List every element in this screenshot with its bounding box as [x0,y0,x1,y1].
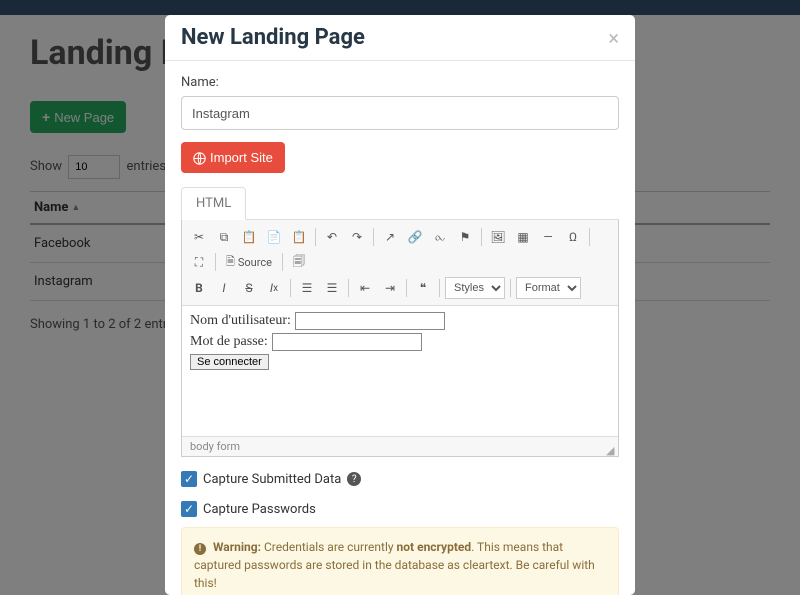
globe-icon [193,150,206,165]
editor-toolbar: ✂ ⧉ 📋 📄 📋 ↶ ↷ ↗ 🔗 ⧜ ⚑ 🖼 [182,220,618,306]
separator [589,228,590,246]
strike-icon[interactable]: S [238,277,260,299]
paste-text-icon[interactable]: 📄 [263,226,285,248]
separator [315,228,316,246]
top-bar [0,0,800,15]
help-icon[interactable]: ? [347,472,361,486]
modal-overlay: New Landing Page × Name: Import Site HTM… [0,15,800,595]
unlink-icon[interactable]: ⧜ [429,226,451,248]
modal-body: Name: Import Site HTML ✂ ⧉ � [165,61,635,595]
special-char-icon[interactable]: Ω [562,226,584,248]
capture-data-checkbox[interactable]: ✓ [181,471,197,487]
blockquote-icon[interactable]: ❝ [412,277,434,299]
paste-icon[interactable]: 📋 [238,226,260,248]
source-doc-icon: 🗎 [226,253,235,272]
separator [481,228,482,246]
tab-html[interactable]: HTML [181,187,246,220]
cut-icon[interactable]: ✂ [188,226,210,248]
separator [373,228,374,246]
modal: New Landing Page × Name: Import Site HTM… [165,15,635,595]
editor-path-bar: body form ◢ [182,436,618,456]
capture-passwords-checkbox[interactable]: ✓ [181,501,197,517]
redo-icon[interactable]: ↷ [346,226,368,248]
warning-prefix: Warning: [213,540,261,554]
templates-icon[interactable]: 🗐 [288,251,310,273]
username-label: Nom d'utilisateur: [190,313,291,329]
editor-content[interactable]: Nom d'utilisateur: Mot de passe: Se conn… [182,306,618,436]
separator [215,253,216,271]
name-label: Name: [181,75,619,90]
link-icon[interactable]: 🔗 [404,226,426,248]
modal-title: New Landing Page [181,25,365,50]
indent-icon[interactable]: ⇥ [379,277,401,299]
separator [510,279,511,297]
resize-grip-icon[interactable]: ◢ [606,444,616,454]
image-icon[interactable]: 🖼 [487,226,509,248]
capture-data-label: Capture Submitted Data [203,472,341,487]
warning-box: ! Warning: Credentials are currently not… [181,527,619,595]
maximize-icon[interactable]: ⛶ [188,251,210,273]
source-button[interactable]: 🗎 Source [221,251,277,273]
styles-select[interactable]: Styles [445,277,505,299]
close-icon[interactable]: × [608,28,619,48]
capture-data-row: ✓ Capture Submitted Data ? [181,471,619,487]
italic-icon[interactable]: I [213,277,235,299]
format-select[interactable]: Format [516,277,581,299]
copy-icon[interactable]: ⧉ [213,226,235,248]
capture-passwords-row: ✓ Capture Passwords [181,501,619,517]
hr-icon[interactable]: ― [537,226,559,248]
modal-header: New Landing Page × [165,15,635,61]
password-label: Mot de passe: [190,334,268,350]
undo-icon[interactable]: ↶ [321,226,343,248]
table-icon[interactable]: ▦ [512,226,534,248]
anchor-icon[interactable]: ⚑ [454,226,476,248]
editor-tabs: HTML [181,187,619,220]
separator [406,279,407,297]
separator [348,279,349,297]
name-input[interactable] [181,96,619,130]
import-site-label: Import Site [210,150,273,165]
warning-bold: not encrypted [397,540,472,554]
remove-format-icon[interactable]: Ix [263,277,285,299]
import-site-button[interactable]: Import Site [181,142,285,173]
bold-icon[interactable]: B [188,277,210,299]
link-arrow-icon[interactable]: ↗ [379,226,401,248]
separator [439,279,440,297]
editor: ✂ ⧉ 📋 📄 📋 ↶ ↷ ↗ 🔗 ⧜ ⚑ 🖼 [181,220,619,457]
bullet-list-icon[interactable]: ☰ [321,277,343,299]
editor-path[interactable]: body form [190,440,240,453]
password-input[interactable] [272,333,422,351]
separator [282,253,283,271]
login-button[interactable]: Se connecter [190,354,269,370]
separator [290,279,291,297]
paste-word-icon[interactable]: 📋 [288,226,310,248]
capture-passwords-label: Capture Passwords [203,502,316,517]
numbered-list-icon[interactable]: ☰ [296,277,318,299]
username-input[interactable] [295,312,445,330]
source-label: Source [238,256,272,269]
warning-icon: ! [194,543,206,555]
warning-text-1: Credentials are currently [261,540,397,554]
outdent-icon[interactable]: ⇤ [354,277,376,299]
